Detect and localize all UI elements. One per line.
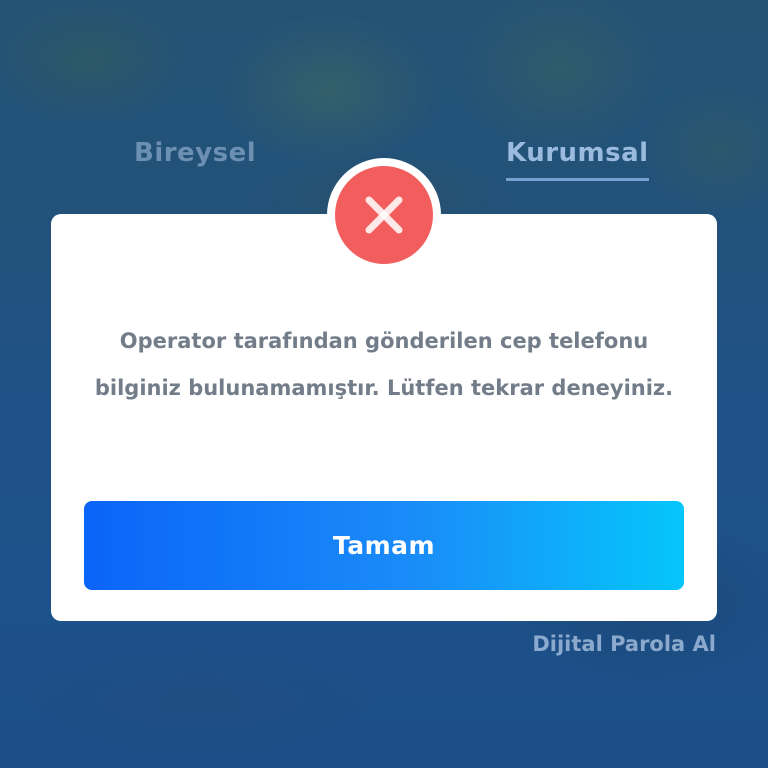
ok-button[interactable]: Tamam	[84, 501, 684, 590]
dijital-parola-link[interactable]: Dijital Parola Al	[532, 632, 716, 656]
tab-bireysel[interactable]: Bireysel	[134, 138, 256, 168]
error-message: Operator tarafından gönderilen cep telef…	[94, 329, 674, 400]
tab-kurumsal[interactable]: Kurumsal	[506, 138, 649, 181]
login-screen: Bireysel Kurumsal Dijital Parola Al Oper…	[0, 0, 768, 768]
close-x-icon	[335, 166, 433, 264]
